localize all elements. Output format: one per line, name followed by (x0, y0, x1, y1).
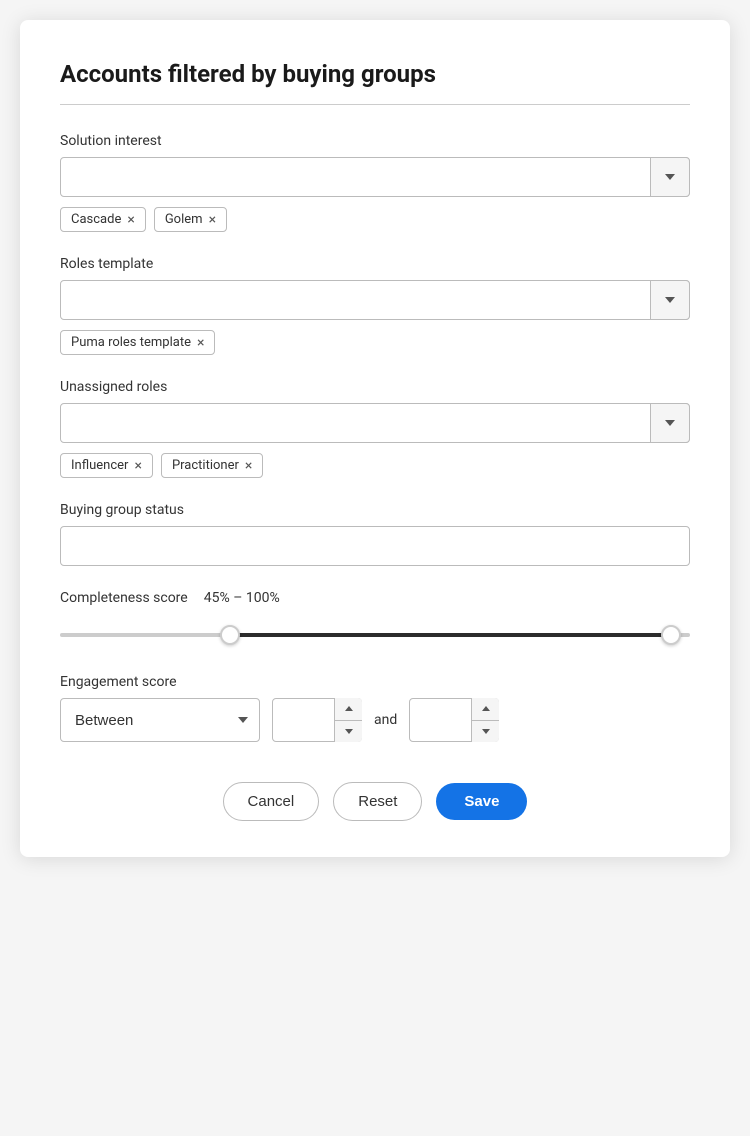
tag-practitioner: Practitioner × (161, 453, 263, 478)
tag-practitioner-remove[interactable]: × (245, 459, 252, 473)
cancel-button[interactable]: Cancel (223, 782, 320, 821)
slider-fill (230, 633, 671, 637)
engagement-score-group: Engagement score Between Less than Great… (60, 674, 690, 742)
engagement-value2-decrement[interactable] (472, 721, 499, 743)
solution-interest-select-wrapper (60, 157, 690, 197)
engagement-value1-wrapper (272, 698, 362, 742)
unassigned-roles-group: Unassigned roles Influencer × Practition… (60, 379, 690, 478)
completeness-score-header: Completeness score 45% – 100% (60, 590, 690, 606)
tag-golem-label: Golem (165, 212, 203, 227)
tag-golem: Golem × (154, 207, 227, 232)
slider-thumb-min[interactable] (220, 625, 240, 645)
engagement-score-row: Between Less than Greater than Equal to (60, 698, 690, 742)
tag-puma-label: Puma roles template (71, 335, 191, 350)
tag-cascade: Cascade × (60, 207, 146, 232)
tag-cascade-label: Cascade (71, 212, 121, 227)
tag-influencer-remove[interactable]: × (134, 459, 141, 473)
arrow-up-icon (482, 706, 490, 711)
chevron-down-icon (665, 297, 675, 303)
buying-group-status-label: Buying group status (60, 502, 690, 518)
modal-container: Accounts filtered by buying groups Solut… (20, 20, 730, 857)
tag-puma: Puma roles template × (60, 330, 215, 355)
completeness-score-group: Completeness score 45% – 100% (60, 590, 690, 650)
completeness-score-slider[interactable] (60, 620, 690, 650)
chevron-down-icon (665, 420, 675, 426)
tag-golem-remove[interactable]: × (209, 213, 216, 227)
unassigned-roles-select-wrapper (60, 403, 690, 443)
roles-template-select-wrapper (60, 280, 690, 320)
completeness-score-label: Completeness score (60, 590, 188, 606)
engagement-value2-increment[interactable] (472, 698, 499, 721)
engagement-value1-steppers (334, 698, 362, 742)
arrow-down-icon (345, 729, 353, 734)
engagement-operator-wrapper: Between Less than Greater than Equal to (60, 698, 260, 742)
unassigned-roles-input[interactable] (60, 403, 690, 443)
buying-group-status-group: Buying group status (60, 502, 690, 566)
engagement-value1-increment[interactable] (335, 698, 362, 721)
solution-interest-label: Solution interest (60, 133, 690, 149)
engagement-value2-wrapper (409, 698, 499, 742)
slider-thumb-max[interactable] (661, 625, 681, 645)
modal-title: Accounts filtered by buying groups (60, 60, 690, 88)
roles-template-input[interactable] (60, 280, 690, 320)
unassigned-roles-tags: Influencer × Practitioner × (60, 453, 690, 478)
solution-interest-tags: Cascade × Golem × (60, 207, 690, 232)
solution-interest-group: Solution interest Cascade × Golem × (60, 133, 690, 232)
arrow-down-icon (482, 729, 490, 734)
solution-interest-chevron-button[interactable] (650, 157, 690, 197)
unassigned-roles-chevron-button[interactable] (650, 403, 690, 443)
engagement-operator-select[interactable]: Between Less than Greater than Equal to (60, 698, 260, 742)
engagement-score-label: Engagement score (60, 674, 690, 690)
buying-group-status-input[interactable] (60, 526, 690, 566)
completeness-score-range: 45% – 100% (204, 590, 280, 606)
modal-footer: Cancel Reset Save (60, 782, 690, 821)
engagement-value2-steppers (471, 698, 499, 742)
engagement-value1-decrement[interactable] (335, 721, 362, 743)
and-label: and (374, 712, 397, 728)
reset-button[interactable]: Reset (333, 782, 422, 821)
roles-template-chevron-button[interactable] (650, 280, 690, 320)
arrow-up-icon (345, 706, 353, 711)
tag-influencer: Influencer × (60, 453, 153, 478)
tag-influencer-label: Influencer (71, 458, 128, 473)
tag-cascade-remove[interactable]: × (127, 213, 134, 227)
divider (60, 104, 690, 105)
chevron-down-icon (665, 174, 675, 180)
roles-template-group: Roles template Puma roles template × (60, 256, 690, 355)
tag-practitioner-label: Practitioner (172, 458, 239, 473)
save-button[interactable]: Save (436, 783, 527, 820)
roles-template-label: Roles template (60, 256, 690, 272)
roles-template-tags: Puma roles template × (60, 330, 690, 355)
solution-interest-input[interactable] (60, 157, 690, 197)
tag-puma-remove[interactable]: × (197, 336, 204, 350)
unassigned-roles-label: Unassigned roles (60, 379, 690, 395)
